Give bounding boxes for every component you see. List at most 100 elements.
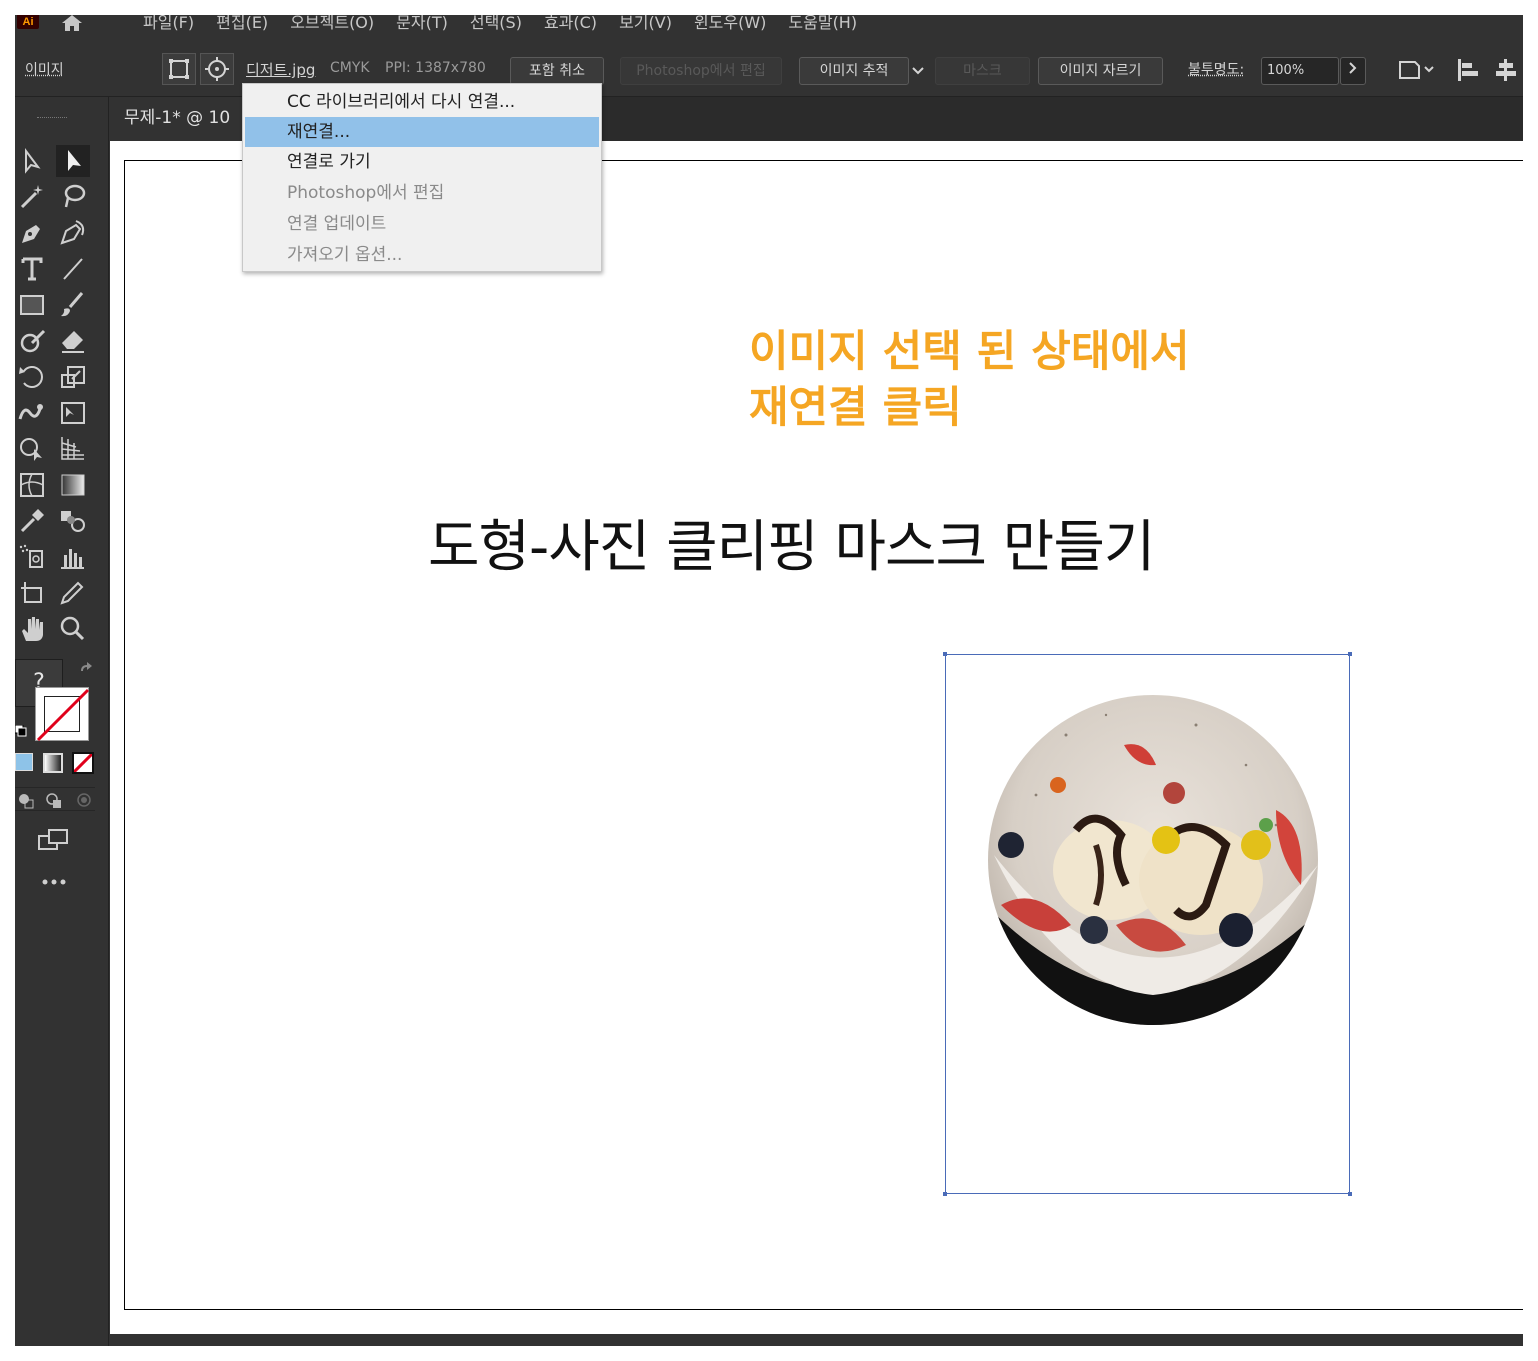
menu-type[interactable]: 문자(T) xyxy=(385,15,459,33)
dessert-photo xyxy=(988,695,1318,1025)
perspective-grid-tool[interactable] xyxy=(56,433,90,465)
linked-file-name[interactable]: 디저트.jpg xyxy=(246,59,315,80)
eyedropper-tool[interactable] xyxy=(16,505,50,537)
menu-edit[interactable]: 편집(E) xyxy=(205,15,279,33)
lasso-tool[interactable] xyxy=(56,181,90,213)
line-segment-tool[interactable] xyxy=(56,253,90,285)
target-icon xyxy=(205,57,229,81)
linked-file-dropdown-menu: CC 라이브러리에서 다시 연결... 재연결... 연결로 가기 Photos… xyxy=(242,83,602,272)
center-point-button[interactable] xyxy=(200,53,234,85)
align-left-icon[interactable] xyxy=(1455,57,1481,83)
eyedropper-icon xyxy=(20,509,44,533)
document-setup-icon[interactable] xyxy=(1397,59,1437,81)
color-mode-button[interactable] xyxy=(15,753,33,771)
paintbrush-tool[interactable] xyxy=(56,289,90,321)
rectangle-tool[interactable] xyxy=(16,289,50,321)
menu-item-relink-from-cc-library[interactable]: CC 라이브러리에서 다시 연결... xyxy=(245,87,599,117)
selected-image-frame[interactable] xyxy=(943,652,1352,1196)
paintbrush-icon xyxy=(61,292,84,317)
home-icon[interactable] xyxy=(59,15,85,31)
menu-file[interactable]: 파일(F) xyxy=(132,15,205,33)
gradient-mode-button[interactable] xyxy=(43,753,63,773)
image-trace-button[interactable]: 이미지 추적 xyxy=(799,57,909,85)
type-tool[interactable] xyxy=(16,253,50,285)
draw-behind-icon[interactable] xyxy=(45,791,63,809)
document-tab[interactable]: 무제-1* @ 10 xyxy=(110,97,245,141)
embed-cancel-button[interactable]: 포함 취소 xyxy=(510,57,604,85)
pen-tool[interactable] xyxy=(16,217,50,249)
hand-icon xyxy=(22,617,43,641)
swap-fill-stroke-icon[interactable] xyxy=(77,661,95,679)
magic-wand-icon xyxy=(20,185,43,209)
crop-image-button[interactable]: 이미지 자르기 xyxy=(1038,57,1163,85)
link-panel-button[interactable] xyxy=(162,53,196,85)
mask-button[interactable]: 마스크 xyxy=(935,57,1030,85)
none-slash-icon xyxy=(36,688,90,742)
magic-wand-tool[interactable] xyxy=(16,181,50,213)
free-transform-tool[interactable] xyxy=(56,397,90,429)
curvature-tool[interactable] xyxy=(56,217,90,249)
more-tools-icon[interactable] xyxy=(41,877,67,887)
artboard-tool[interactable] xyxy=(16,577,50,609)
rectangle-icon xyxy=(20,295,44,315)
menu-item-go-to-link[interactable]: 연결로 가기 xyxy=(245,147,599,177)
menu-object[interactable]: 오브젝트(O) xyxy=(279,15,385,33)
blend-icon xyxy=(61,511,85,532)
shape-builder-tool[interactable] xyxy=(16,433,50,465)
default-colors-icon[interactable] xyxy=(15,725,27,737)
canvas-area[interactable]: 이미지 선택 된 상태에서 재연결 클릭 도형-사진 클리핑 마스크 만들기 xyxy=(110,141,1523,1334)
slice-knife-icon xyxy=(60,581,84,605)
shaper-icon xyxy=(20,329,46,353)
selection-tool[interactable] xyxy=(56,145,90,177)
menu-item-edit-in-photoshop[interactable]: Photoshop에서 편집 xyxy=(245,178,599,208)
drawing-modes xyxy=(15,787,95,811)
change-screen-mode-icon[interactable] xyxy=(37,827,71,853)
gradient-tool[interactable] xyxy=(56,469,90,501)
mesh-tool[interactable] xyxy=(16,469,50,501)
blend-tool[interactable] xyxy=(56,505,90,537)
scale-icon xyxy=(61,366,85,388)
symbol-sprayer-tool[interactable] xyxy=(16,541,50,573)
edit-in-photoshop-button[interactable]: Photoshop에서 편집 xyxy=(620,57,782,85)
none-mode-button[interactable] xyxy=(72,752,94,774)
bar-graph-icon xyxy=(61,549,84,569)
menu-item-update-link[interactable]: 연결 업데이트 xyxy=(245,209,599,239)
eraser-tool[interactable] xyxy=(56,325,90,357)
warp-tool[interactable] xyxy=(16,397,50,429)
menu-view[interactable]: 보기(V) xyxy=(608,15,683,33)
align-center-icon[interactable] xyxy=(1493,57,1519,83)
transform-frame-icon xyxy=(169,59,189,79)
column-graph-tool[interactable] xyxy=(56,541,90,573)
selection-type-label[interactable]: 이미지 xyxy=(25,59,64,79)
tools-panel: ? xyxy=(15,97,109,1346)
menu-item-relink[interactable]: 재연결... xyxy=(245,117,599,147)
stroke-swatch-none[interactable] xyxy=(35,687,90,742)
slice-tool[interactable] xyxy=(56,577,90,609)
panel-grip[interactable] xyxy=(37,117,67,120)
scale-tool[interactable] xyxy=(56,361,90,393)
status-bar xyxy=(110,1334,1523,1346)
lasso-icon xyxy=(64,184,86,208)
shaper-tool[interactable] xyxy=(16,325,50,357)
rotate-icon xyxy=(19,366,43,388)
zoom-tool[interactable] xyxy=(56,613,90,645)
annotation-line-2: 재연결 클릭 xyxy=(749,383,962,433)
opacity-label[interactable]: 불투명도: xyxy=(1188,59,1244,79)
menu-item-import-options[interactable]: 가져오기 옵션... xyxy=(245,240,599,270)
hand-tool[interactable] xyxy=(16,613,50,645)
eraser-icon xyxy=(62,331,84,353)
free-transform-icon xyxy=(61,402,85,424)
chevron-down-icon[interactable] xyxy=(911,65,925,77)
menu-select[interactable]: 선택(S) xyxy=(459,15,533,33)
draw-normal-icon[interactable] xyxy=(17,791,35,809)
direct-selection-tool[interactable] xyxy=(16,145,50,177)
menu-window[interactable]: 윈도우(W) xyxy=(683,15,777,33)
menu-help[interactable]: 도움말(H) xyxy=(777,15,868,33)
draw-inside-icon[interactable] xyxy=(75,791,93,809)
menu-bar: Ai 파일(F) 편집(E) 오브젝트(O) 문자(T) 선택(S) 효과(C)… xyxy=(15,15,1523,43)
opacity-expand-button[interactable] xyxy=(1340,57,1366,85)
rotate-tool[interactable] xyxy=(16,361,50,393)
opacity-input[interactable]: 100% xyxy=(1261,57,1339,85)
menu-effect[interactable]: 효과(C) xyxy=(533,15,608,33)
warp-icon xyxy=(18,404,43,420)
